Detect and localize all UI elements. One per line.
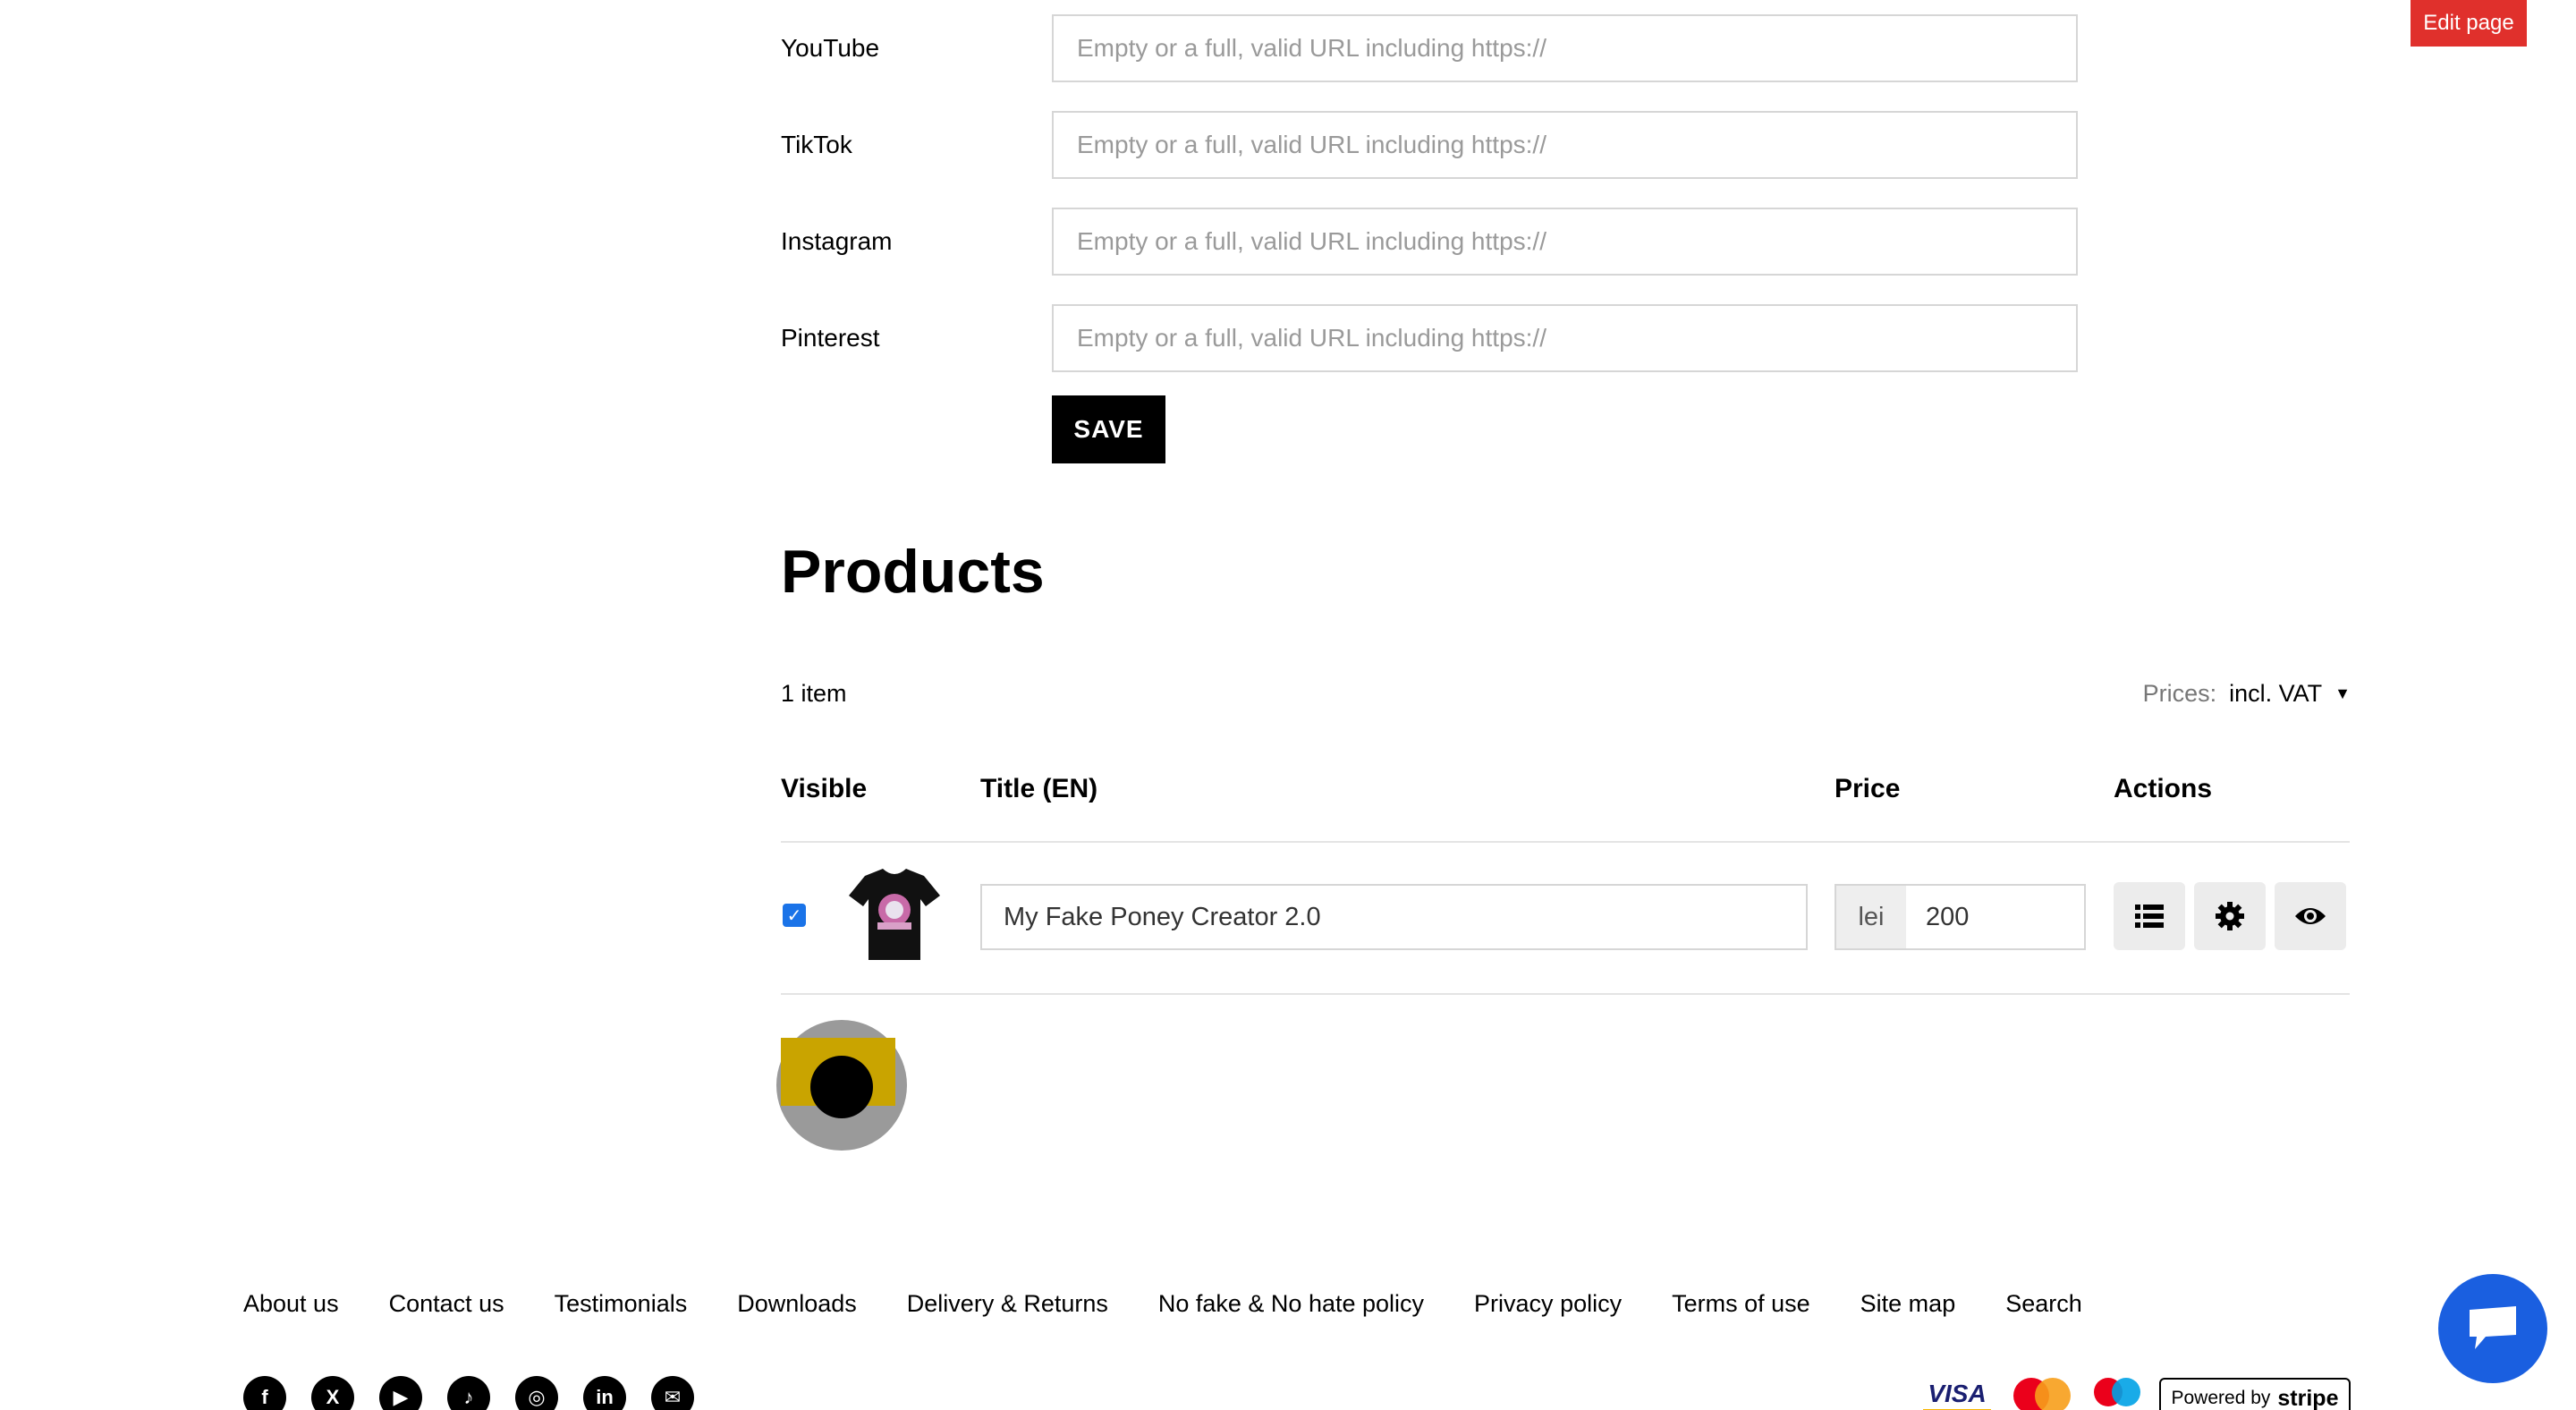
tiktok-url-input[interactable] xyxy=(1052,111,2078,179)
tshirt-thumbnail xyxy=(845,863,944,964)
visa-logo: VISA xyxy=(1923,1378,1991,1410)
product-count: 1 item xyxy=(781,680,847,707)
footer-link-testimonials[interactable]: Testimonials xyxy=(555,1290,688,1318)
prices-label: Prices: xyxy=(2142,680,2217,707)
column-header-price: Price xyxy=(1835,774,1901,803)
currency-addon: lei xyxy=(1835,884,1908,950)
prices-value: incl. VAT xyxy=(2229,680,2323,707)
chat-bubble-icon xyxy=(2470,1306,2516,1349)
youtube-row: YouTube xyxy=(781,14,2078,82)
column-header-title: Title (EN) xyxy=(980,774,1098,803)
chat-widget-button[interactable] xyxy=(2438,1274,2547,1383)
tiktok-icon[interactable]: ♪ xyxy=(447,1376,490,1410)
footer-link-terms-of-use[interactable]: Terms of use xyxy=(1672,1290,1810,1318)
footer-links: About us Contact us Testimonials Downloa… xyxy=(243,1290,2082,1318)
pinterest-label: Pinterest xyxy=(781,324,880,352)
footer-link-no-fake-policy[interactable]: No fake & No hate policy xyxy=(1158,1290,1424,1318)
tiktok-row: TikTok xyxy=(781,111,2078,179)
products-heading: Products xyxy=(781,538,1045,606)
table-header-divider xyxy=(781,841,2350,843)
instagram-icon[interactable]: ◎ xyxy=(515,1376,558,1410)
mastercard-logo xyxy=(2008,1378,2076,1410)
product-title-input[interactable] xyxy=(980,884,1808,950)
footer-link-contact-us[interactable]: Contact us xyxy=(389,1290,504,1318)
stripe-wordmark: stripe xyxy=(2277,1385,2339,1410)
maestro-logo xyxy=(2089,1378,2146,1410)
visible-checkbox[interactable]: ✓ xyxy=(783,904,806,927)
instagram-url-input[interactable] xyxy=(1052,208,2078,276)
footer-social-icons: f X ▶ ♪ ◎ in ✉ xyxy=(243,1376,694,1410)
powered-by-label: Powered by xyxy=(2171,1388,2271,1408)
footer-link-downloads[interactable]: Downloads xyxy=(737,1290,857,1318)
footer-link-site-map[interactable]: Site map xyxy=(1860,1290,1956,1318)
footer-link-privacy-policy[interactable]: Privacy policy xyxy=(1474,1290,1622,1318)
powered-by-stripe-badge[interactable]: Powered by stripe xyxy=(2159,1378,2351,1410)
list-icon[interactable] xyxy=(2114,882,2185,950)
pinterest-row: Pinterest xyxy=(781,304,2078,372)
eye-icon[interactable] xyxy=(2275,882,2346,950)
pinterest-url-input[interactable] xyxy=(1052,304,2078,372)
youtube-icon[interactable]: ▶ xyxy=(379,1376,422,1410)
linkedin-icon[interactable]: in xyxy=(583,1376,626,1410)
prices-vat-selector[interactable]: Prices: incl. VAT ▼ xyxy=(2143,680,2351,708)
facebook-icon[interactable]: f xyxy=(243,1376,286,1410)
footer-link-delivery-returns[interactable]: Delivery & Returns xyxy=(907,1290,1108,1318)
youtube-label: YouTube xyxy=(781,34,880,62)
table-row-divider xyxy=(781,993,2350,995)
edit-page-button[interactable]: Edit page xyxy=(2411,0,2527,47)
x-icon[interactable]: X xyxy=(311,1376,354,1410)
footer-link-search[interactable]: Search xyxy=(2005,1290,2082,1318)
instagram-label: Instagram xyxy=(781,227,893,255)
email-icon[interactable]: ✉ xyxy=(651,1376,694,1410)
column-header-visible: Visible xyxy=(781,774,868,803)
caret-down-icon: ▼ xyxy=(2334,684,2351,702)
instagram-row: Instagram xyxy=(781,208,2078,276)
column-header-actions: Actions xyxy=(2114,774,2213,803)
footer-link-about-us[interactable]: About us xyxy=(243,1290,339,1318)
cursor-dot xyxy=(810,1056,873,1118)
tiktok-label: TikTok xyxy=(781,131,852,158)
product-price-input[interactable] xyxy=(1906,884,2086,950)
youtube-url-input[interactable] xyxy=(1052,14,2078,82)
save-social-links-button[interactable]: SAVE xyxy=(1052,395,1165,463)
gear-icon[interactable] xyxy=(2194,882,2266,950)
